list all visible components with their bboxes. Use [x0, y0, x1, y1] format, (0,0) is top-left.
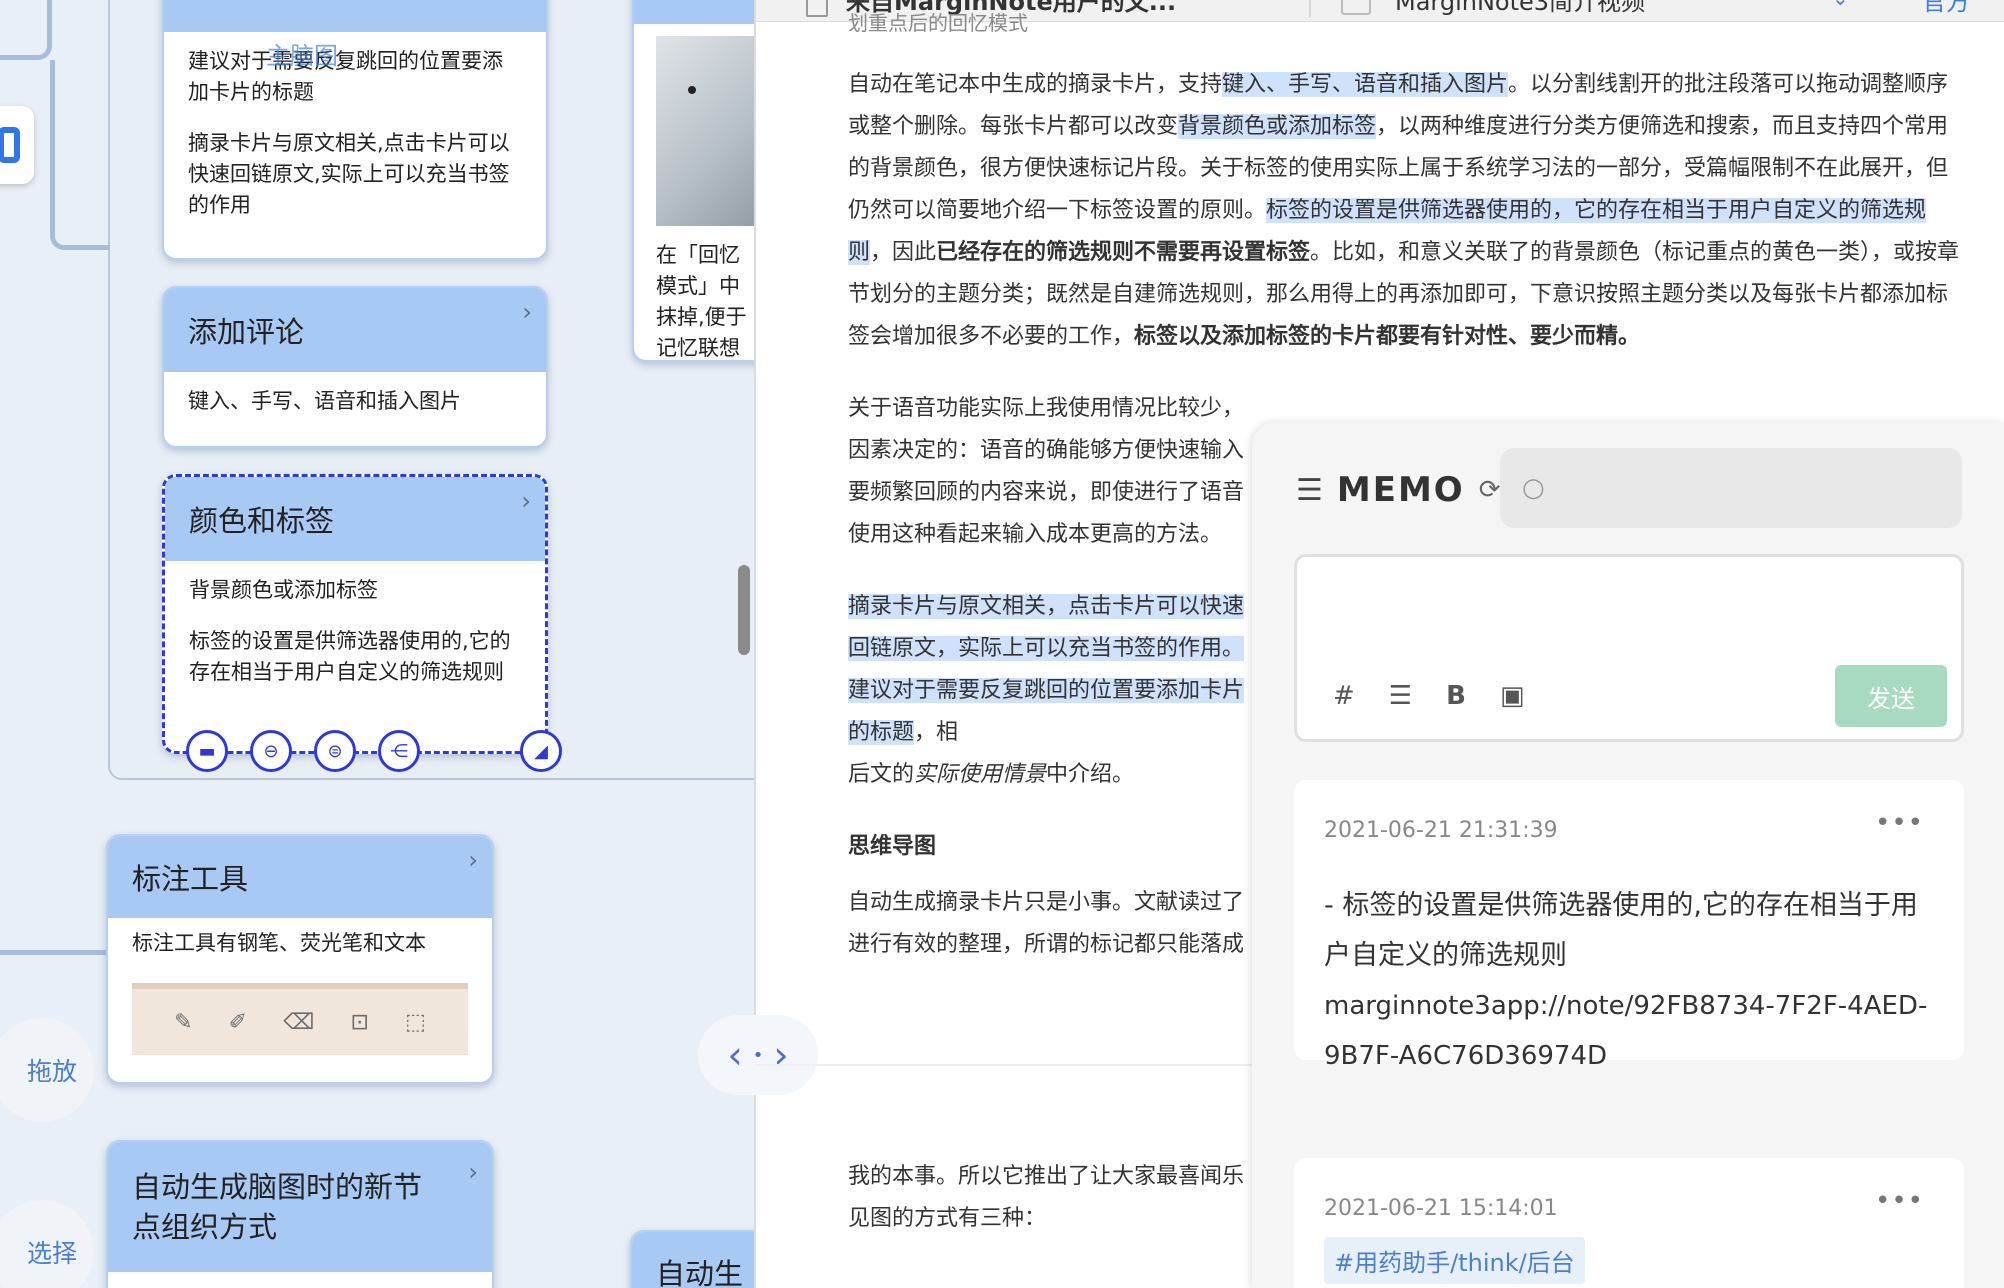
editor-toolbar: # ☰ B ▣ [1333, 681, 1525, 711]
mindmap-card-comment[interactable]: 添加评论 › 键入、手写、语音和插入图片 [162, 286, 548, 448]
memo-link[interactable]: marginnote3app://note/92FB8734-7F2F-4AED… [1324, 981, 1934, 1081]
memo-search-box[interactable]: ○ [1500, 448, 1962, 528]
mindmap-card-partial[interactable]: 自动生 [630, 1230, 760, 1288]
pen-icon: ✎ [174, 1009, 193, 1035]
memo-text: - 标签的设置是供筛选器使用的,它的存在相当于用户自定义的筛选规则 [1324, 890, 1918, 971]
share-node-icon[interactable]: ⋲ [378, 730, 420, 772]
select-region-icon: ⬚ [405, 1009, 426, 1035]
card-title: 自动生 [656, 1257, 744, 1288]
refresh-icon[interactable]: ⟳ [1479, 475, 1501, 505]
chevron-right-icon[interactable]: › [773, 1033, 788, 1077]
merge-card-icon[interactable]: ⊜ [314, 730, 356, 772]
bold-icon[interactable]: B [1446, 681, 1466, 711]
memo-panel: ☰ MEMO ⟳ ○ # ☰ B ▣ 发送 2021-06-21 21:31:3… [1252, 422, 2004, 1288]
memo-timestamp: 2021-06-21 21:31:39 [1324, 818, 1558, 843]
text-box-icon: ⊡ [350, 1009, 369, 1035]
mindmap-title-overlay: 主脑图 [266, 42, 338, 70]
card-text: 背景颜色或添加标签 [189, 578, 378, 602]
memo-timestamp: 2021-06-21 15:14:01 [1324, 1196, 1558, 1221]
card-title: 颜色和标签 [189, 504, 335, 538]
link-card-icon[interactable]: ⊖ [250, 730, 292, 772]
card-text: 键入、手写、语音和插入图片 [188, 389, 461, 413]
card-body: 在「回忆模式」中抹掉,便于记忆联想记忆法 [634, 226, 760, 360]
resize-corner-icon[interactable]: ◢ [520, 730, 562, 772]
card-header [164, 0, 546, 32]
mindmap-card-autogen[interactable]: 自动生成脑图时的新节点组织方式 › [106, 1140, 494, 1288]
card-text: 在「回忆模式」中抹掉,便于记忆联想记忆法 [656, 243, 747, 360]
dot-icon: • [752, 1044, 764, 1066]
memo-editor[interactable]: # ☰ B ▣ 发送 [1294, 554, 1964, 742]
card-action-handles: ▬ ⊖ ⊜ ⋲ [186, 730, 420, 772]
card-title: 添加评论 [188, 315, 305, 349]
memo-search-input[interactable] [1556, 475, 1937, 501]
highlighter-icon: ✐ [228, 1009, 248, 1035]
more-options-icon[interactable]: ••• [1875, 1186, 1924, 1216]
mindmap-card-annotate[interactable]: 标注工具 › 标注工具有钢笔、荧光笔和文本 ✎ ✐ ⌫ ⊡ ⬚ [106, 834, 494, 1084]
connector-line [0, 950, 110, 955]
mindmap-card-image[interactable]: 在「回忆模式」中抹掉,便于记忆联想记忆法 [632, 0, 760, 362]
card-text: 标注工具有钢笔、荧光笔和文本 [132, 931, 426, 955]
article-caption: 划重点后的回忆模式 [848, 11, 1028, 35]
image-icon[interactable]: ▣ [1500, 681, 1525, 711]
document-icon [806, 0, 828, 17]
more-options-icon[interactable]: ••• [1875, 808, 1924, 838]
page-nav-control[interactable]: ‹ • › [698, 1015, 818, 1095]
vertical-scrollbar[interactable] [738, 565, 750, 655]
article-paragraph: 自动在笔记本中生成的摘录卡片，支持键入、手写、语音和插入图片。以分割线割开的批注… [848, 72, 1960, 349]
clipboard-icon [0, 127, 20, 163]
card-body: 键入、手写、语音和插入图片 [164, 372, 546, 446]
highlight: 摘录卡片与原文相关，点击卡片可以快速回链原文，实际上可以充当书签的作用。建议对于… [848, 594, 1245, 745]
mindmap-pane[interactable]: 建议对于需要反复跳回的位置要添加卡片的标题 摘录卡片与原文相关,点击卡片可以快速… [0, 0, 760, 1288]
send-button[interactable]: 发送 [1835, 665, 1947, 727]
search-icon: ○ [1522, 473, 1545, 503]
list-icon[interactable]: ☰ [1389, 681, 1412, 711]
connector-line [50, 60, 110, 250]
highlight: 键入、手写、语音和插入图片 [1222, 72, 1509, 97]
chevron-right-icon[interactable]: › [521, 487, 531, 515]
memo-entry[interactable]: 2021-06-21 15:14:01 ••• #用药助手/think/后台 [1294, 1158, 1964, 1288]
card-header: 添加评论 › [164, 288, 546, 372]
card-header: 自动生成脑图时的新节点组织方式 › [108, 1142, 492, 1272]
card-header: 自动生 [632, 1232, 760, 1288]
card-header: 颜色和标签 › [165, 477, 545, 561]
app-icon[interactable] [0, 106, 34, 184]
memo-tag[interactable]: #用药助手/think/后台 [1324, 1237, 1585, 1284]
card-text: 标签的设置是供筛选器使用的,它的存在相当于用户自定义的筛选规则 [189, 629, 511, 684]
card-body: 建议对于需要反复跳回的位置要添加卡片的标题 摘录卡片与原文相关,点击卡片可以快速… [164, 32, 546, 255]
comment-icon[interactable]: ▬ [186, 730, 228, 772]
card-body: 标注工具有钢笔、荧光笔和文本 [108, 918, 492, 959]
chevron-right-icon[interactable]: › [522, 298, 532, 326]
card-header: 标注工具 › [108, 836, 492, 918]
app-root: 建议对于需要反复跳回的位置要添加卡片的标题 摘录卡片与原文相关,点击卡片可以快速… [0, 0, 2004, 1288]
chevron-right-icon[interactable]: › [468, 1152, 478, 1192]
mindmap-card-color-tag[interactable]: 颜色和标签 › 背景颜色或添加标签 标签的设置是供筛选器使用的,它的存在相当于用… [162, 474, 548, 754]
card-title: 标注工具 [132, 862, 249, 896]
menu-icon[interactable]: ☰ [1296, 473, 1323, 508]
article-paragraph: 摘录卡片与原文相关，点击卡片可以快速回链原文，实际上可以充当书签的作用。建议对于… [848, 594, 1245, 787]
chevron-left-icon[interactable]: ‹ [727, 1033, 742, 1077]
hashtag-icon[interactable]: # [1333, 681, 1355, 711]
card-body: 背景颜色或添加标签 标签的设置是供筛选器使用的,它的存在相当于用户自定义的筛选规… [165, 561, 545, 722]
select-mode-button[interactable]: 选择 [0, 1200, 94, 1288]
card-title: 自动生成脑图时的新节点组织方式 [132, 1170, 423, 1244]
memo-title: MEMO [1336, 470, 1465, 510]
connector-line [0, 0, 52, 60]
memo-header: ☰ MEMO ⟳ [1296, 470, 1501, 510]
mindmap-card[interactable]: 建议对于需要反复跳回的位置要添加卡片的标题 摘录卡片与原文相关,点击卡片可以快速… [162, 0, 548, 260]
highlight: 背景颜色或添加标签 [1178, 114, 1377, 139]
article-paragraph: 自动生成摘录卡片只是小事。文献读过了进行有效的整理，所谓的标记都只能落成 [848, 890, 1245, 957]
memo-entry[interactable]: 2021-06-21 21:31:39 ••• - 标签的设置是供筛选器使用的,… [1294, 780, 1964, 1071]
card-header [634, 0, 760, 24]
article-paragraph: 关于语音功能实际上我使用情况比较少，因素决定的：语音的确能够方便快速输入要频繁回… [848, 396, 1245, 547]
memo-editor-input[interactable] [1317, 573, 1937, 653]
card-text: 摘录卡片与原文相关,点击卡片可以快速回链原文,实际上可以充当书签的作用 [188, 131, 510, 217]
eraser-icon: ⌫ [283, 1009, 315, 1035]
chevron-right-icon[interactable]: › [468, 846, 478, 874]
annotation-toolbar-image: ✎ ✐ ⌫ ⊡ ⬚ [132, 983, 468, 1055]
card-photo [656, 36, 760, 226]
article-paragraph: 我的本事。所以它推出了让大家最喜闻乐见图的方式有三种： [848, 1164, 1245, 1231]
drag-mode-button[interactable]: 拖放 [0, 1018, 94, 1122]
card-text: 建议对于需要反复跳回的位置要添加卡片的标题 [188, 49, 503, 104]
